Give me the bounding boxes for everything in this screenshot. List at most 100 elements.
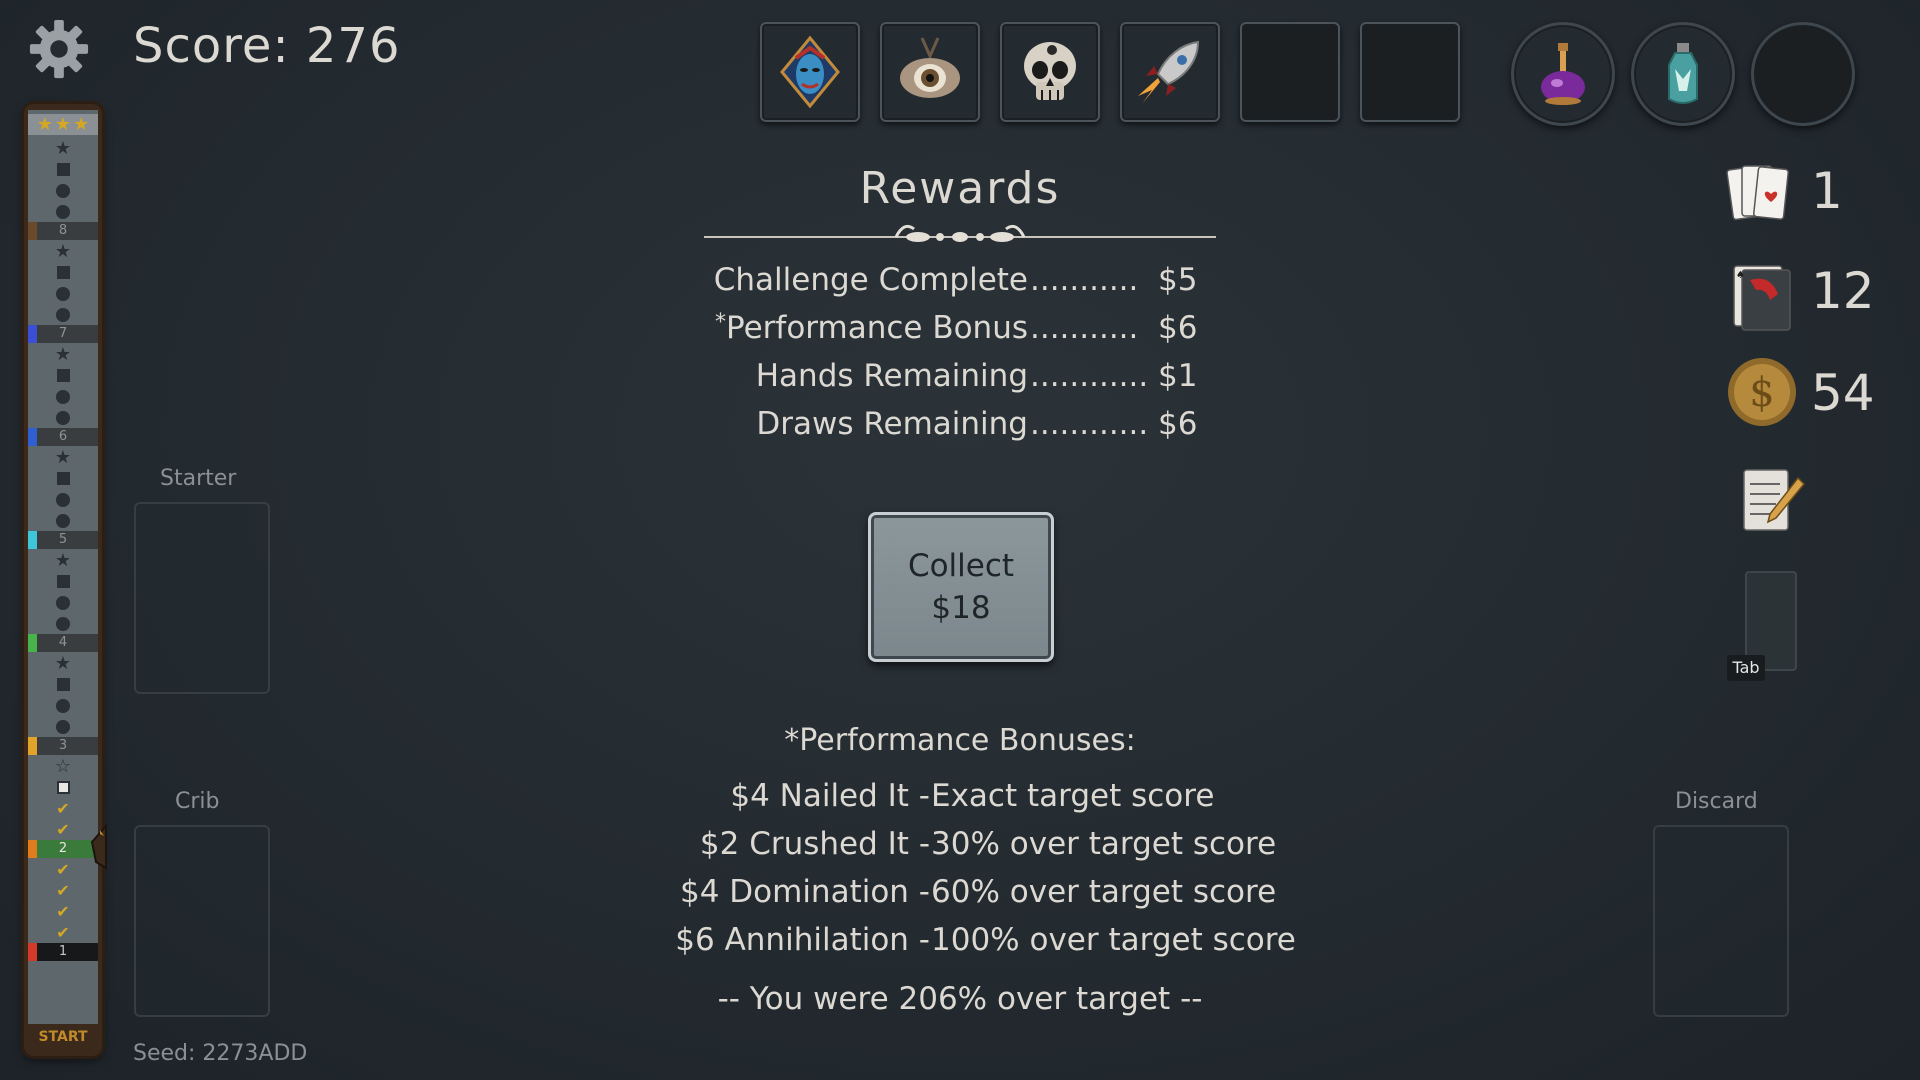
joker-slot-rocket[interactable] <box>1120 22 1220 122</box>
performance-bonuses-title: *Performance Bonuses: <box>784 723 1136 758</box>
reward-dots: ........... <box>1030 310 1139 346</box>
track-level-8: 8 <box>28 222 98 240</box>
track-step <box>28 613 98 634</box>
bonus-name: $2 Crushed It - <box>699 826 930 862</box>
star-icon: ★ <box>54 653 72 674</box>
reward-line: Hands Remaining............. $1 <box>700 358 1200 398</box>
joker-slot-eye-amulet[interactable] <box>880 22 980 122</box>
rewards-title: Rewards <box>859 163 1061 214</box>
notes-pencil-icon[interactable] <box>1736 464 1808 536</box>
circle-icon <box>56 410 70 425</box>
performance-bonus-row: $6 Annihilation -100% over target score <box>0 922 1920 962</box>
reward-label-group: Draws Remaining <box>756 406 1028 442</box>
consumable-slot-purple-potion[interactable] <box>1511 22 1615 126</box>
track-step <box>28 592 98 613</box>
star-icon: ★ <box>54 138 72 159</box>
draws-count: 12 <box>1811 262 1875 320</box>
performance-bonus-row: $2 Crushed It -30% over target score <box>0 826 1920 866</box>
bonus-description: 100% over target score <box>931 922 1296 958</box>
level-number: 6 <box>58 429 68 444</box>
rocket-icon <box>1138 40 1200 104</box>
reward-label: Challenge Complete <box>713 262 1028 298</box>
track-step: ★ <box>28 138 98 159</box>
bonus-name: $6 Annihilation - <box>675 922 930 958</box>
track-step: ★ <box>28 447 98 468</box>
track-step <box>28 571 98 592</box>
joker-slot-empty-2[interactable] <box>1360 22 1460 122</box>
svg-text:$: $ <box>1749 370 1774 416</box>
star-outline-icon: ☆ <box>54 756 72 777</box>
track-step: ☆ <box>28 756 98 777</box>
star-icon: ★ <box>36 114 53 135</box>
track-step <box>28 407 98 428</box>
reward-dots: ............. <box>1030 406 1150 442</box>
circle-icon <box>56 492 70 507</box>
starter-label: Starter <box>160 466 237 491</box>
track-step <box>28 489 98 510</box>
three-star-row: ★ ★ ★ <box>28 114 98 135</box>
circle-icon <box>56 698 70 713</box>
level-number: 5 <box>58 532 68 547</box>
reward-line: Challenge Complete........... $5 <box>700 262 1200 302</box>
performance-bonus-row: $4 Nailed It - Exact target score <box>0 778 1920 818</box>
track-step: ★ <box>28 344 98 365</box>
joker-slot-diamond-mask[interactable] <box>760 22 860 122</box>
joker-slot-empty-1[interactable] <box>1240 22 1340 122</box>
track-step <box>28 695 98 716</box>
track-level-4: 4 <box>28 634 98 652</box>
hands-count: 1 <box>1811 162 1843 220</box>
reward-label-group: Challenge Complete <box>714 262 1028 298</box>
purple-potion-icon <box>1541 43 1585 105</box>
collect-label: Collect <box>907 548 1015 584</box>
consumable-slot-teal-bottle[interactable] <box>1631 22 1735 126</box>
reward-label-group: *Performance Bonus <box>715 310 1028 346</box>
level-number: 8 <box>58 223 68 238</box>
consumable-slot-empty[interactable] <box>1751 22 1855 126</box>
star-icon: ★ <box>54 550 72 571</box>
eye-amulet-icon <box>900 37 960 98</box>
reward-dots: ............. <box>1030 358 1150 394</box>
draws-deck-icon[interactable]: ♠ <box>1726 260 1798 332</box>
track-step <box>28 262 98 283</box>
square-icon <box>56 472 70 485</box>
seed-label: Seed: 2273ADD <box>133 1041 308 1066</box>
star-icon: ★ <box>54 344 72 365</box>
square-icon <box>56 575 70 588</box>
collect-button[interactable]: Collect $18 <box>868 512 1054 662</box>
diamond-mask-icon <box>780 35 840 109</box>
reward-line: Draws Remaining............. $6 <box>700 406 1200 446</box>
joker-slot-skull[interactable] <box>1000 22 1100 122</box>
track-step <box>28 674 98 695</box>
track-step: ★ <box>28 653 98 674</box>
track-step <box>28 283 98 304</box>
teal-bottle-icon <box>1668 43 1698 104</box>
circle-icon <box>56 307 70 322</box>
coin-dollar-icon: $ <box>1728 358 1796 426</box>
level-color-bar <box>28 222 37 240</box>
level-number: 7 <box>58 326 68 341</box>
collect-amount: $18 <box>931 590 991 626</box>
circle-icon <box>56 595 70 610</box>
track-step: ★ <box>28 550 98 571</box>
starter-zone[interactable] <box>134 502 270 694</box>
bonus-name: $4 Domination - <box>679 874 930 910</box>
hands-cards-icon[interactable] <box>1726 158 1798 230</box>
reward-amount: $5 <box>1158 262 1198 298</box>
level-color-bar <box>28 531 37 549</box>
reward-amount: $6 <box>1158 310 1198 346</box>
star-icon: ★ <box>54 114 72 135</box>
track-step: ★ <box>28 241 98 262</box>
svg-text:♠: ♠ <box>1736 270 1745 281</box>
level-number: 4 <box>58 635 68 650</box>
level-color-bar <box>28 428 37 446</box>
track-step <box>28 304 98 325</box>
star-icon: ★ <box>54 241 72 262</box>
square-icon <box>56 266 70 279</box>
reward-label: Draws Remaining <box>756 406 1028 442</box>
gear-icon[interactable] <box>28 18 90 80</box>
bonus-description: 30% over target score <box>931 826 1277 862</box>
circle-icon <box>56 513 70 528</box>
reward-amount: $1 <box>1158 358 1198 394</box>
track-step <box>28 386 98 407</box>
bonus-description: Exact target score <box>931 778 1215 814</box>
